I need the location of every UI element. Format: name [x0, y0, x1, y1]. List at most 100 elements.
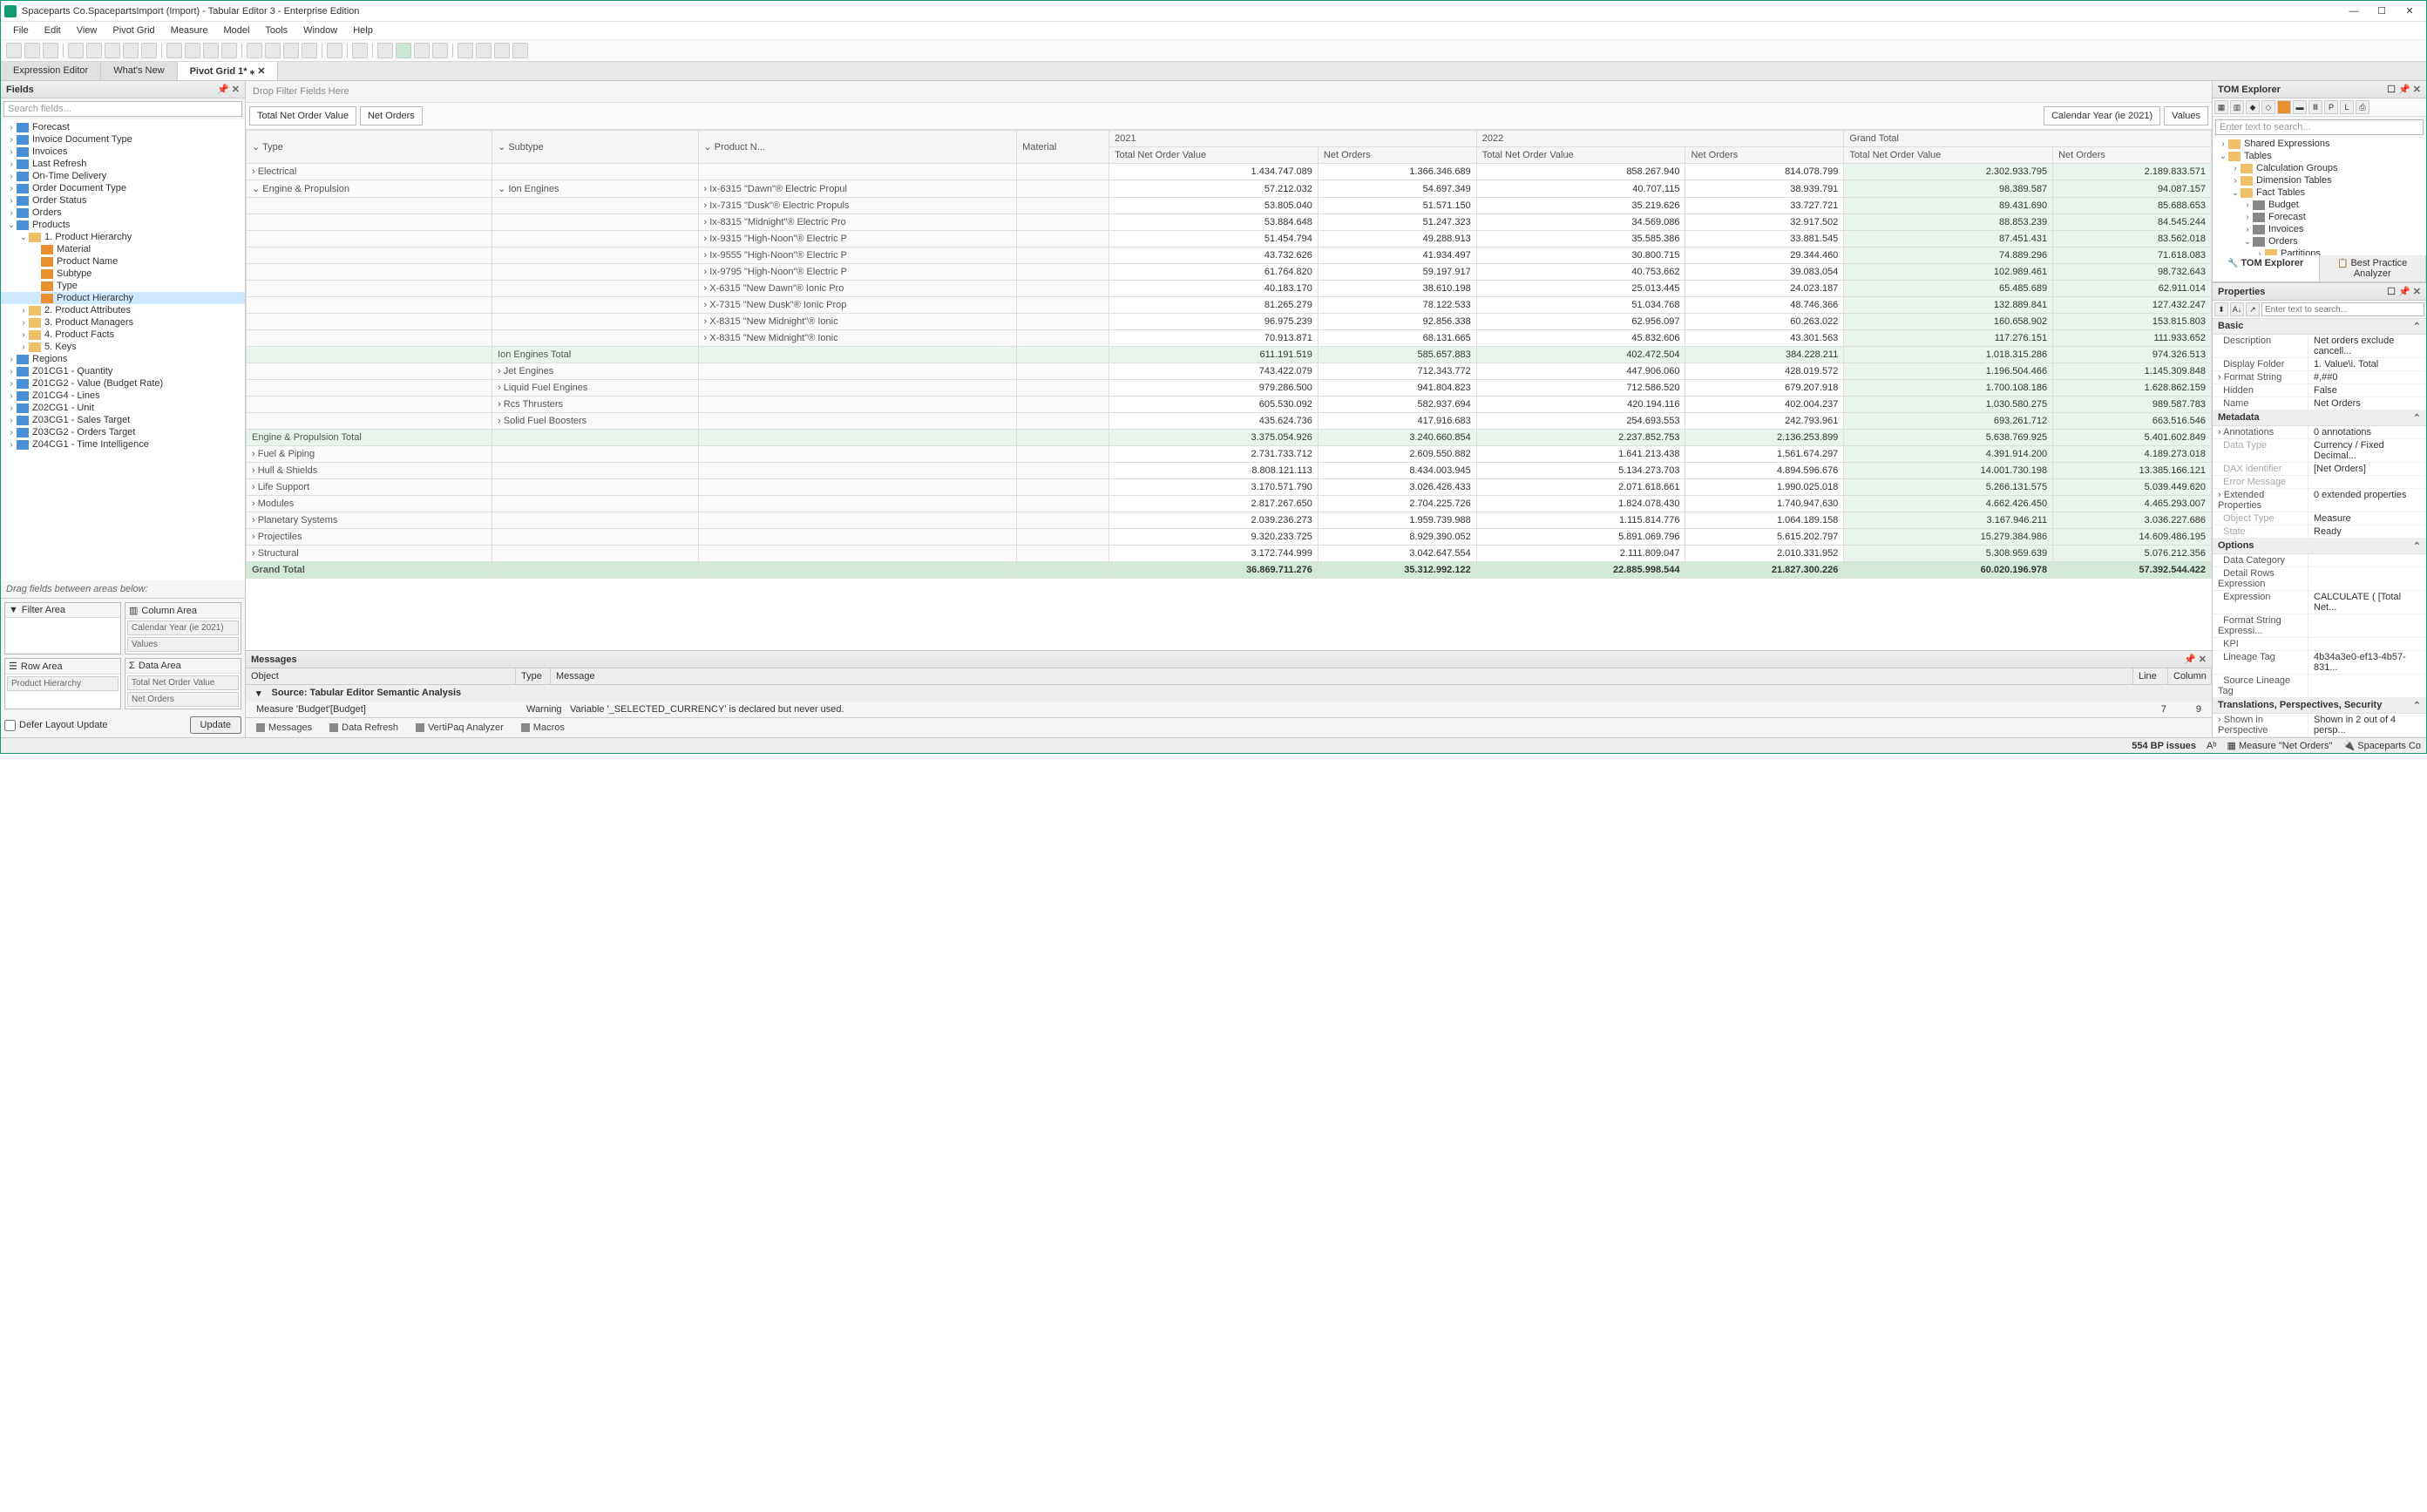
col-header[interactable]: ⌄ Type — [247, 131, 492, 164]
data-cell[interactable]: 62.956.097 — [1476, 314, 1685, 330]
prop-row[interactable]: Object TypeMeasure — [2213, 512, 2426, 525]
row-label[interactable] — [698, 363, 1017, 380]
row-label[interactable] — [247, 413, 492, 430]
row-label[interactable] — [247, 314, 492, 330]
data-cell[interactable]: 5.308.959.639 — [1844, 546, 2053, 562]
row-label[interactable] — [492, 164, 698, 180]
doc-tab[interactable]: Pivot Grid 1* ⁎ ✕ — [178, 62, 279, 80]
row-label[interactable] — [1017, 231, 1109, 247]
row-label[interactable] — [1017, 247, 1109, 264]
row-label[interactable] — [492, 214, 698, 231]
tree-node[interactable]: Subtype — [1, 268, 245, 280]
data-cell[interactable]: 160.658.902 — [1844, 314, 2053, 330]
data-cell[interactable]: 384.228.211 — [1685, 347, 1844, 363]
tree-node[interactable]: ›Regions — [1, 353, 245, 365]
fields-search-input[interactable]: Search fields... — [3, 101, 242, 117]
data-cell[interactable]: 1.064.189.158 — [1685, 512, 1844, 529]
message-row[interactable]: Measure 'Budget'[Budget] Warning Variabl… — [246, 702, 2212, 717]
toolbar-button[interactable]: A↓ — [2230, 302, 2244, 316]
data-cell[interactable]: 40.753.662 — [1476, 264, 1685, 281]
data-cell[interactable]: 3.172.744.999 — [1109, 546, 1319, 562]
data-cell[interactable]: 3.170.571.790 — [1109, 479, 1319, 496]
row-area[interactable]: ☰Row Area Product Hierarchy — [4, 658, 121, 709]
row-label[interactable] — [492, 231, 698, 247]
tree-node[interactable]: ⌄Products — [1, 219, 245, 231]
data-cell[interactable]: 3.036.227.686 — [2053, 512, 2212, 529]
data-cell[interactable]: 679.207.918 — [1685, 380, 1844, 397]
data-cell[interactable]: 132.889.841 — [1844, 297, 2053, 314]
toolbar-button[interactable] — [2277, 100, 2291, 114]
row-label[interactable]: Grand Total — [247, 562, 492, 579]
row-label[interactable]: › Life Support — [247, 479, 492, 496]
data-cell[interactable]: 94.087.157 — [2053, 180, 2212, 198]
row-label[interactable] — [492, 281, 698, 297]
pivot-filter[interactable]: Net Orders — [360, 106, 423, 125]
doc-tab[interactable]: What's New — [101, 62, 177, 80]
row-label[interactable] — [698, 164, 1017, 180]
drop-filter-hint[interactable]: Drop Filter Fields Here — [246, 81, 2212, 103]
data-cell[interactable]: 447.906.060 — [1476, 363, 1685, 380]
data-cell[interactable]: 29.344.460 — [1685, 247, 1844, 264]
menu-help[interactable]: Help — [346, 24, 380, 37]
doc-tab[interactable]: Expression Editor — [1, 62, 101, 80]
row-label[interactable] — [247, 380, 492, 397]
row-label[interactable] — [1017, 479, 1109, 496]
data-cell[interactable]: 2.071.618.661 — [1476, 479, 1685, 496]
row-label[interactable]: Engine & Propulsion Total — [247, 430, 492, 446]
row-label[interactable] — [247, 347, 492, 363]
data-cell[interactable]: 33.881.545 — [1685, 231, 1844, 247]
data-cell[interactable]: 858.267.940 — [1476, 164, 1685, 180]
prop-category[interactable]: Basic⌃ — [2213, 319, 2426, 335]
row-label[interactable]: › Solid Fuel Boosters — [492, 413, 698, 430]
prop-row[interactable]: StateReady — [2213, 525, 2426, 539]
data-cell[interactable]: 5.401.602.849 — [2053, 430, 2212, 446]
toolbar-button[interactable] — [68, 43, 84, 58]
data-cell[interactable]: 127.432.247 — [2053, 297, 2212, 314]
data-cell[interactable]: 1.196.504.466 — [1844, 363, 2053, 380]
row-label[interactable]: ⌄ Engine & Propulsion — [247, 180, 492, 198]
row-label[interactable] — [1017, 214, 1109, 231]
col-header[interactable]: 2022 — [1476, 131, 1844, 147]
area-item[interactable]: Product Hierarchy — [7, 676, 119, 691]
tree-node[interactable]: ›Z01CG2 - Value (Budget Rate) — [1, 377, 245, 390]
data-cell[interactable]: 92.856.338 — [1318, 314, 1476, 330]
data-cell[interactable]: 98.389.587 — [1844, 180, 2053, 198]
row-label[interactable]: › Liquid Fuel Engines — [492, 380, 698, 397]
toolbar-button[interactable] — [141, 43, 157, 58]
prop-row[interactable]: › Shown in PerspectiveShown in 2 out of … — [2213, 714, 2426, 737]
row-label[interactable]: › Ix-7315 "Dusk"® Electric Propuls — [698, 198, 1017, 214]
data-cell[interactable]: 5.615.202.797 — [1685, 529, 1844, 546]
data-cell[interactable]: 30.800.715 — [1476, 247, 1685, 264]
data-cell[interactable]: 2.731.733.712 — [1109, 446, 1319, 463]
prop-row[interactable]: DescriptionNet orders exclude cancell... — [2213, 335, 2426, 358]
tree-node[interactable]: ›Z02CG1 - Unit — [1, 402, 245, 414]
data-cell[interactable]: 4.894.596.676 — [1685, 463, 1844, 479]
data-cell[interactable]: 585.657.883 — [1318, 347, 1476, 363]
data-cell[interactable]: 5.076.212.356 — [2053, 546, 2212, 562]
row-label[interactable]: › Fuel & Piping — [247, 446, 492, 463]
props-search-input[interactable] — [2261, 302, 2424, 316]
prop-category[interactable]: Options⌃ — [2213, 539, 2426, 554]
data-cell[interactable]: 605.530.092 — [1109, 397, 1319, 413]
data-cell[interactable]: 989.587.783 — [2053, 397, 2212, 413]
col-header[interactable]: Net Orders — [1685, 147, 1844, 164]
data-cell[interactable]: 60.263.022 — [1685, 314, 1844, 330]
data-cell[interactable]: 49.288.913 — [1318, 231, 1476, 247]
toolbar-button[interactable] — [185, 43, 200, 58]
data-cell[interactable]: 62.911.014 — [2053, 281, 2212, 297]
toolbar-button[interactable] — [166, 43, 182, 58]
data-cell[interactable]: 35.219.626 — [1476, 198, 1685, 214]
row-label[interactable]: › X-7315 "New Dusk"® Ionic Prop — [698, 297, 1017, 314]
area-item[interactable]: Net Orders — [127, 692, 239, 707]
menu-window[interactable]: Window — [296, 24, 344, 37]
row-label[interactable] — [247, 264, 492, 281]
pivot-filter[interactable]: Total Net Order Value — [249, 106, 356, 125]
toolbar-button[interactable] — [247, 43, 262, 58]
row-label[interactable] — [1017, 281, 1109, 297]
row-label[interactable] — [698, 546, 1017, 562]
toolbar-button[interactable] — [283, 43, 299, 58]
data-cell[interactable]: 85.688.653 — [2053, 198, 2212, 214]
bottom-tab[interactable]: Data Refresh — [321, 720, 407, 736]
bottom-tab[interactable]: Messages — [247, 720, 321, 736]
prop-row[interactable]: › Annotations0 annotations — [2213, 426, 2426, 439]
